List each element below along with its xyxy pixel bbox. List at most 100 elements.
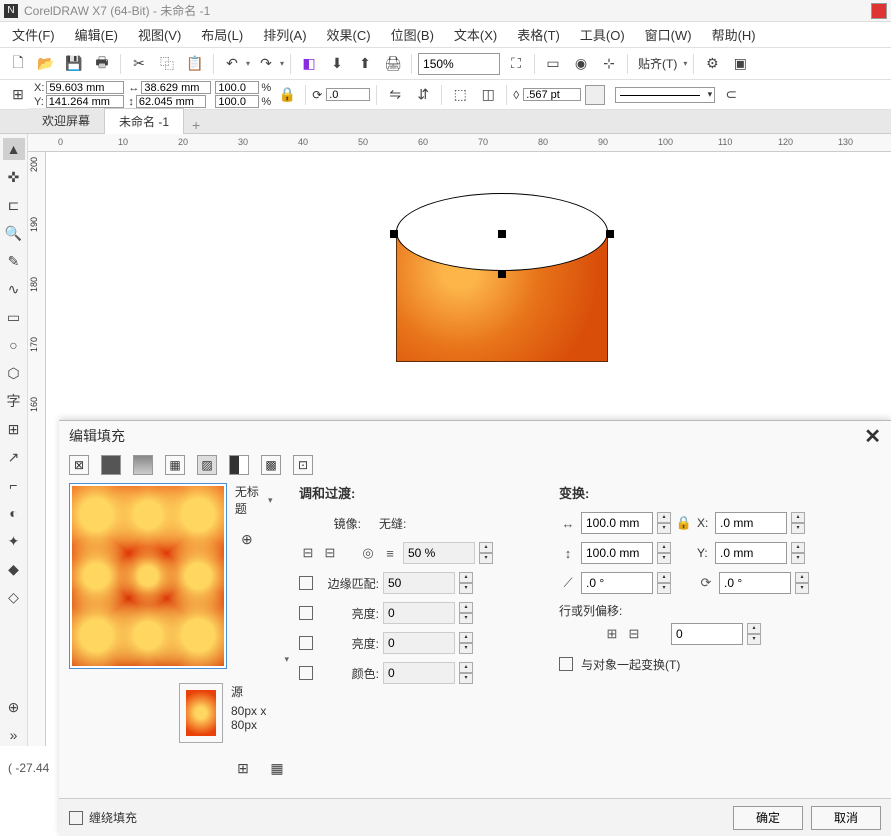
menu-bitmaps[interactable]: 位图(B) bbox=[385, 23, 440, 46]
pattern-fill-icon[interactable]: ▦ bbox=[165, 455, 185, 475]
rotate-input[interactable] bbox=[719, 572, 791, 594]
scale-x-input[interactable] bbox=[215, 81, 259, 94]
ruler-horizontal[interactable]: 0 10 20 30 40 50 60 70 80 90 100 110 120… bbox=[28, 134, 891, 152]
seamless-input[interactable] bbox=[403, 542, 475, 564]
rowcol-input[interactable] bbox=[671, 623, 743, 645]
mirror-v-icon[interactable]: ⇵ bbox=[411, 83, 435, 107]
publish-icon[interactable]: 🖨 bbox=[381, 52, 405, 76]
transform-x-input[interactable] bbox=[715, 512, 787, 534]
edge-check[interactable] bbox=[299, 576, 313, 590]
radial-icon[interactable]: ◎ bbox=[359, 545, 377, 561]
source-thumb[interactable] bbox=[179, 683, 223, 743]
open-icon[interactable]: 📂 bbox=[34, 52, 58, 76]
row-offset-icon[interactable]: ⊞ bbox=[603, 626, 621, 642]
ellipse-tool-icon[interactable]: ○ bbox=[3, 334, 25, 356]
crop-tool-icon[interactable]: ⊏ bbox=[3, 194, 25, 216]
line-style-dropdown[interactable]: ▾ bbox=[615, 87, 715, 103]
chevron-down-icon[interactable]: ▾ bbox=[284, 654, 289, 665]
transform-y-input[interactable] bbox=[715, 542, 787, 564]
effects-tool-icon[interactable]: ◐ bbox=[3, 502, 25, 524]
edge-input[interactable] bbox=[383, 572, 455, 594]
linear-icon[interactable]: ≡ bbox=[381, 546, 399, 561]
shape-tool-icon[interactable]: ✜ bbox=[3, 166, 25, 188]
tab-welcome[interactable]: 欢迎屏幕 bbox=[28, 108, 104, 133]
launch-icon[interactable]: ▣ bbox=[728, 52, 752, 76]
more-icon[interactable]: » bbox=[3, 724, 25, 746]
width-input[interactable] bbox=[141, 81, 211, 94]
scale-y-input[interactable] bbox=[215, 95, 259, 108]
lock-ratio-icon[interactable]: 🔒 bbox=[275, 83, 299, 107]
zoom-input[interactable] bbox=[418, 53, 500, 75]
close-icon[interactable]: ✕ bbox=[864, 424, 881, 449]
connector-tool-icon[interactable]: ⌐ bbox=[3, 474, 25, 496]
grid-icon[interactable]: ◉ bbox=[569, 52, 593, 76]
menu-help[interactable]: 帮助(H) bbox=[706, 23, 762, 46]
gradient-fill-icon[interactable] bbox=[133, 455, 153, 475]
fullscreen-icon[interactable]: ⛶ bbox=[504, 52, 528, 76]
table-tool-icon[interactable]: ⊞ bbox=[3, 418, 25, 440]
transform-width-input[interactable] bbox=[581, 512, 653, 534]
twocolor-fill-icon[interactable] bbox=[229, 455, 249, 475]
outline-tool-icon[interactable]: ◇ bbox=[3, 586, 25, 608]
menu-edit[interactable]: 编辑(E) bbox=[69, 23, 124, 46]
snap-dropdown[interactable]: 贴齐(T) bbox=[634, 55, 681, 72]
paste-icon[interactable]: 📋 bbox=[183, 52, 207, 76]
freehand-tool-icon[interactable]: ✎ bbox=[3, 250, 25, 272]
with-object-check[interactable] bbox=[559, 657, 573, 671]
color-input[interactable] bbox=[383, 662, 455, 684]
fill-tool-icon[interactable]: ◆ bbox=[3, 558, 25, 580]
export-icon[interactable]: ⬆ bbox=[353, 52, 377, 76]
options-icon[interactable]: ⚙ bbox=[700, 52, 724, 76]
search-icon[interactable]: ◧ bbox=[297, 52, 321, 76]
copy-icon[interactable]: ⿻ bbox=[155, 52, 179, 76]
mirror-h-btn[interactable]: ⊟ bbox=[299, 545, 317, 561]
cancel-button[interactable]: 取消 bbox=[811, 806, 881, 830]
redo-icon[interactable]: ↷ bbox=[254, 52, 278, 76]
bright1-input[interactable] bbox=[383, 602, 455, 624]
col-offset-icon[interactable]: ⊟ bbox=[625, 626, 643, 642]
eyedropper-tool-icon[interactable]: ✦ bbox=[3, 530, 25, 552]
bitmap-fill-icon[interactable]: ▨ bbox=[197, 455, 217, 475]
cylinder-shape[interactable] bbox=[396, 232, 608, 362]
skew-input[interactable] bbox=[581, 572, 653, 594]
ruler-icon[interactable]: ▭ bbox=[541, 52, 565, 76]
texture-fill-icon[interactable]: ▩ bbox=[261, 455, 281, 475]
height-input[interactable] bbox=[136, 95, 206, 108]
postscript-fill-icon[interactable]: ⊡ bbox=[293, 455, 313, 475]
undo-icon[interactable]: ↶ bbox=[220, 52, 244, 76]
menu-effects[interactable]: 效果(C) bbox=[321, 23, 377, 46]
source-opt2-icon[interactable]: ▦ bbox=[265, 756, 289, 780]
pick-tool-icon[interactable]: ▲ bbox=[3, 138, 25, 160]
transform-height-input[interactable] bbox=[581, 542, 653, 564]
add-preset-icon[interactable]: ⊕ bbox=[235, 527, 259, 551]
pos-x-input[interactable] bbox=[46, 81, 124, 94]
order-icon[interactable]: ⬚ bbox=[448, 83, 472, 107]
new-tab-icon[interactable]: + bbox=[184, 117, 208, 133]
user-icon[interactable] bbox=[871, 3, 887, 19]
rectangle-tool-icon[interactable]: ▭ bbox=[3, 306, 25, 328]
new-icon[interactable]: 🗋 bbox=[6, 52, 30, 76]
menu-layout[interactable]: 布局(L) bbox=[195, 23, 249, 46]
outline-width-input[interactable] bbox=[523, 88, 581, 101]
solid-fill-icon[interactable] bbox=[101, 455, 121, 475]
color-check[interactable] bbox=[299, 666, 313, 680]
guide-icon[interactable]: ⊹ bbox=[597, 52, 621, 76]
menu-file[interactable]: 文件(F) bbox=[6, 23, 61, 46]
print-icon[interactable]: 🖶 bbox=[90, 52, 114, 76]
bright2-check[interactable] bbox=[299, 636, 313, 650]
mirror-v-btn[interactable]: ⊟ bbox=[321, 545, 339, 561]
fill-preview[interactable] bbox=[69, 483, 227, 669]
source-opt1-icon[interactable]: ⊞ bbox=[231, 756, 255, 780]
import-icon[interactable]: ⬇ bbox=[325, 52, 349, 76]
menu-arrange[interactable]: 排列(A) bbox=[257, 23, 312, 46]
save-icon[interactable]: 💾 bbox=[62, 52, 86, 76]
align-icon[interactable]: ◫ bbox=[476, 83, 500, 107]
text-tool-icon[interactable]: 字 bbox=[3, 390, 25, 412]
outline-style-dropdown[interactable] bbox=[585, 85, 605, 105]
convert-curve-icon[interactable]: ⊂ bbox=[719, 83, 743, 107]
ruler-vertical[interactable]: 200 190 180 170 160 bbox=[28, 152, 46, 746]
bright2-input[interactable] bbox=[383, 632, 455, 654]
mirror-h-icon[interactable]: ⇋ bbox=[383, 83, 407, 107]
menu-window[interactable]: 窗口(W) bbox=[639, 23, 698, 46]
no-fill-icon[interactable]: ⊠ bbox=[69, 455, 89, 475]
